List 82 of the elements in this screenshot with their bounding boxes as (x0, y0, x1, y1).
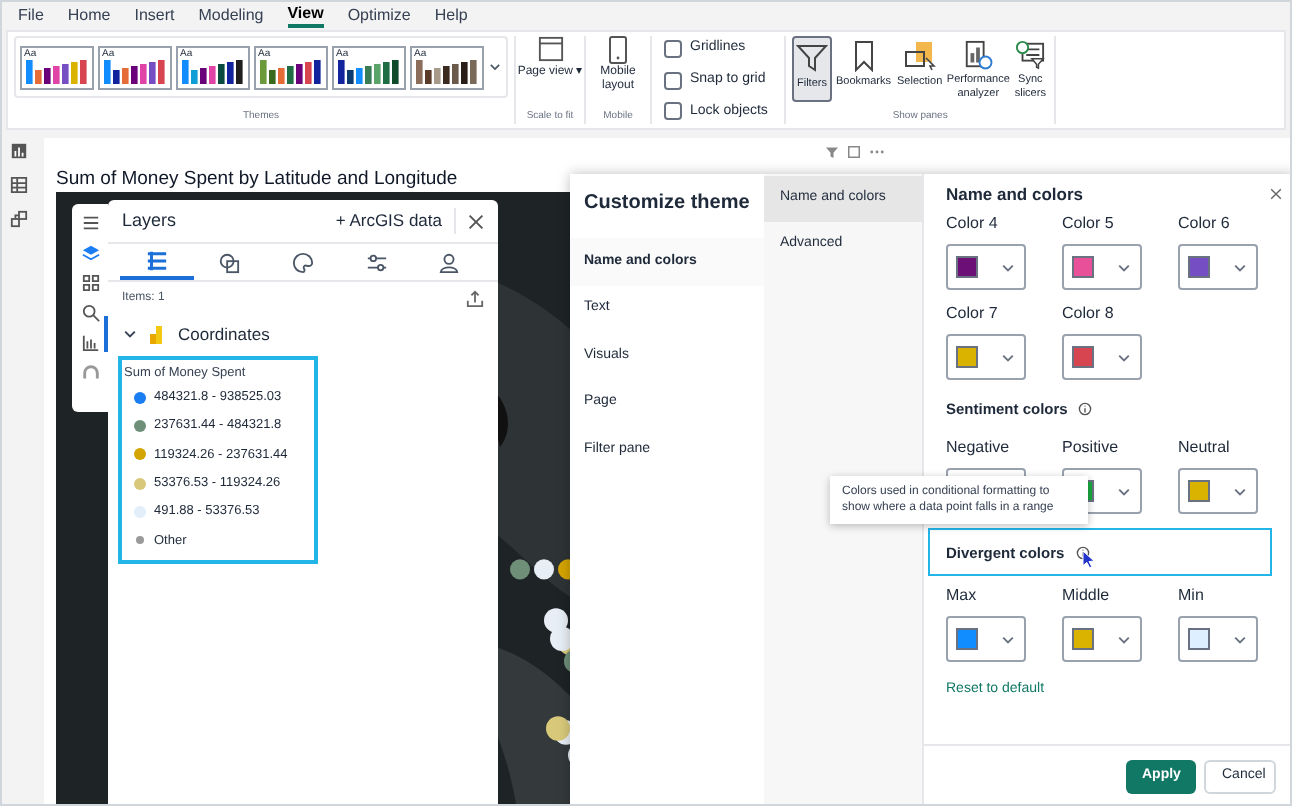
phone-icon (608, 36, 628, 64)
menu-tab[interactable]: Optimize (347, 2, 411, 28)
dialog-title: Customize theme (582, 190, 752, 218)
swatch-label: Positive (1062, 436, 1121, 461)
menu-tab[interactable]: Modeling (198, 2, 264, 28)
bar-swatch-icon (24, 59, 90, 83)
color-picker[interactable] (1062, 616, 1142, 663)
swatch-label: Middle (1062, 584, 1112, 609)
menu-tab[interactable]: File (18, 2, 44, 28)
more-icon[interactable] (870, 146, 884, 158)
chevron-down-icon (1116, 349, 1132, 365)
add-data-button[interactable]: + ArcGIS data (335, 208, 456, 234)
shapes-icon (218, 251, 241, 273)
swatch-label: Max (946, 584, 979, 609)
search-icon[interactable] (81, 304, 99, 322)
filter-icon (796, 42, 828, 74)
palette-icon (291, 251, 314, 273)
swatch-label: Color 4 (946, 212, 1000, 236)
swatch-label: Min (1178, 584, 1206, 609)
chart-icon[interactable] (81, 334, 99, 352)
chevron-down-icon (1116, 631, 1132, 648)
menu-tab[interactable]: Home (67, 2, 111, 28)
page-icon (537, 36, 563, 62)
sliders-icon (365, 251, 388, 273)
section-heading: Name and colors (946, 181, 1083, 207)
filter-icon[interactable] (826, 146, 838, 158)
report-icon[interactable] (10, 142, 28, 160)
chevron-down-icon (1232, 259, 1248, 275)
info-icon[interactable] (1077, 402, 1092, 417)
swatch-label: Color 7 (946, 302, 1000, 326)
swatch-label: Color 6 (1178, 212, 1232, 236)
sync-slicers-icon (1014, 40, 1047, 70)
grid-icon[interactable] (81, 274, 99, 292)
checkbox[interactable] (664, 39, 682, 58)
bar-swatch-icon (102, 59, 168, 83)
color-picker[interactable] (1178, 468, 1258, 515)
bar-swatch-icon (180, 59, 246, 83)
chevron-down-icon (1000, 259, 1016, 275)
color-picker[interactable] (1178, 244, 1258, 290)
panel-title: Layers (122, 207, 179, 234)
chevron-down-icon (1000, 349, 1016, 365)
menu-icon[interactable] (81, 214, 99, 232)
model-icon[interactable] (10, 210, 28, 228)
checkbox[interactable] (664, 102, 682, 121)
color-picker[interactable] (946, 616, 1026, 663)
chevron-down-icon (1116, 483, 1132, 500)
chevron-down-icon (1232, 483, 1248, 500)
table-icon[interactable] (10, 176, 28, 194)
bar-swatch-icon (258, 59, 324, 83)
headset-icon[interactable] (81, 364, 99, 382)
swatch-label: Color 5 (1062, 212, 1116, 236)
performance-icon (962, 40, 995, 70)
person-icon (438, 251, 461, 273)
gallery-more-icon (488, 60, 502, 74)
export-icon[interactable] (466, 290, 484, 308)
swatch-label: Color 8 (1062, 302, 1116, 326)
close-icon[interactable] (1270, 188, 1282, 200)
checkbox[interactable] (664, 71, 682, 89)
visual-title: Sum of Money Spent by Latitude and Longitude (56, 166, 460, 192)
color-picker[interactable] (1062, 244, 1142, 290)
layers-icon[interactable] (81, 244, 99, 262)
menu-tab[interactable]: Help (434, 2, 468, 28)
bar-swatch-icon (414, 59, 480, 83)
close-icon[interactable] (468, 213, 484, 229)
swatch-label: Neutral (1178, 436, 1232, 461)
chevron-down-icon (1000, 631, 1016, 648)
color-picker[interactable] (946, 334, 1026, 380)
selection-icon (903, 40, 936, 72)
chevron-down-icon (1116, 259, 1132, 275)
expand-icon[interactable] (848, 146, 860, 158)
menu-tab[interactable]: Insert (134, 2, 175, 28)
list-icon (145, 249, 168, 271)
color-picker[interactable] (1062, 334, 1142, 380)
bar-swatch-icon (336, 59, 402, 83)
layer-name: Coordinates (178, 321, 270, 347)
color-picker[interactable] (946, 244, 1026, 290)
swatch-label: Negative (946, 436, 1012, 461)
chevron-down-icon (122, 326, 138, 342)
cursor-icon (1082, 549, 1097, 568)
color-picker[interactable] (1178, 616, 1258, 663)
chevron-down-icon (1232, 631, 1248, 648)
bar-chart-icon (150, 325, 166, 343)
